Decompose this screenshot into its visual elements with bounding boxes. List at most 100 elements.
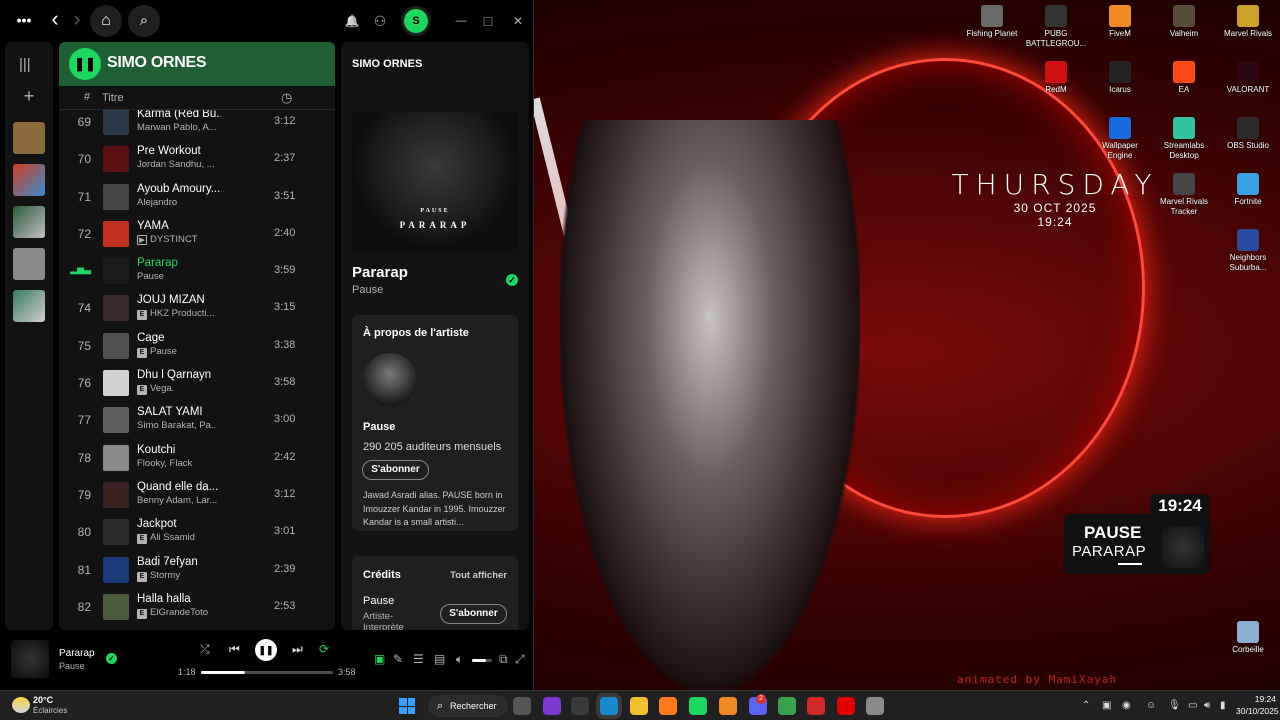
track-title[interactable]: Jackpot xyxy=(137,518,221,530)
track-title[interactable]: JOUJ MIZAN xyxy=(137,294,221,306)
taskbar-app-app-red-icon[interactable] xyxy=(807,697,825,715)
close-icon[interactable]: ✕ xyxy=(508,11,528,31)
desktop-icon[interactable]: EA xyxy=(1153,61,1215,95)
taskbar-clock[interactable]: 19:24 30/10/2025 xyxy=(1236,694,1279,716)
track-row[interactable]: 82 Halla halla E ElGrandeToto 2:53 xyxy=(59,589,335,626)
follow-credit-button[interactable]: S'abonner xyxy=(440,604,507,624)
lyrics-icon[interactable]: ✎ xyxy=(393,652,403,666)
avatar[interactable]: S xyxy=(404,9,428,33)
tray-app-icon[interactable]: ▣ xyxy=(1102,700,1111,711)
shuffle-icon[interactable]: ⤮ xyxy=(200,642,210,657)
track-title[interactable]: Dhu l Qarnayn xyxy=(137,369,221,381)
desktop-icon[interactable]: Fishing Planet xyxy=(961,5,1023,39)
volume-tray-icon[interactable]: 🔊︎ xyxy=(1204,700,1210,711)
library-item[interactable] xyxy=(13,164,45,196)
track-artist-line[interactable]: E Ali Ssamid xyxy=(137,532,217,545)
tray-discord-icon[interactable]: ☺ xyxy=(1146,700,1156,711)
desktop-icon[interactable]: OBS Studio xyxy=(1217,117,1279,151)
track-row[interactable]: 74 JOUJ MIZAN E HKZ Producti... 3:15 xyxy=(59,290,335,327)
taskbar-app-firefox-icon[interactable] xyxy=(659,697,677,715)
track-artist-line[interactable]: E Vega. xyxy=(137,383,217,396)
desktop-icon[interactable]: VALORANT xyxy=(1217,61,1279,95)
player-artist[interactable]: Pause xyxy=(59,661,85,671)
now-playing-header[interactable]: SIMO ORNES xyxy=(352,58,422,70)
desktop-icon[interactable]: Streamlabs Desktop xyxy=(1153,117,1215,161)
track-title[interactable]: SALAT YAMI xyxy=(137,406,221,418)
desktop-icon[interactable]: Marvel Rivals xyxy=(1217,5,1279,39)
now-playing-artist[interactable]: Pause xyxy=(352,284,383,296)
queue-icon[interactable]: ☰ xyxy=(413,652,424,666)
taskbar-app-netflix-icon[interactable] xyxy=(837,697,855,715)
search-icon[interactable]: ⌕ xyxy=(128,5,160,37)
tray-steam-icon[interactable]: ◉ xyxy=(1122,700,1131,711)
taskbar-app-edge-icon[interactable] xyxy=(600,697,618,715)
track-row[interactable]: 76 Dhu l Qarnayn E Vega. 3:58 xyxy=(59,365,335,402)
track-artist-line[interactable]: Jordan Sandhu, ... xyxy=(137,159,217,170)
track-artist-line[interactable]: Alejandro xyxy=(137,197,217,208)
desktop-icon[interactable]: Icarus xyxy=(1089,61,1151,95)
now-playing-view-icon[interactable]: ▣ xyxy=(374,652,385,666)
desktop-icon[interactable]: Corbeille xyxy=(1217,621,1279,655)
track-row[interactable]: 80 Jackpot E Ali Ssamid 3:01 xyxy=(59,514,335,551)
connect-device-icon[interactable]: ▤ xyxy=(434,652,445,666)
track-row[interactable]: 70 Pre Workout Jordan Sandhu, ... 2:37 xyxy=(59,141,335,178)
taskbar-app-chrome-icon[interactable] xyxy=(778,697,796,715)
track-artist-line[interactable]: E HKZ Producti... xyxy=(137,308,217,321)
next-icon[interactable]: ⏭ xyxy=(292,642,303,657)
now-playing-track[interactable]: Pararap xyxy=(352,264,408,281)
back-icon[interactable]: ‹ xyxy=(46,8,64,30)
bell-icon[interactable]: 🔔 xyxy=(342,11,362,31)
desktop-icon[interactable]: PUBG BATTLEGROU... xyxy=(1025,5,1087,49)
taskbar-app-fivem-icon[interactable] xyxy=(719,697,737,715)
repeat-icon[interactable]: ⟳ xyxy=(319,642,329,656)
fullscreen-icon[interactable]: ⤢ xyxy=(515,652,525,667)
desktop-icon[interactable]: Wallpaper Engine xyxy=(1089,117,1151,161)
volume-slider[interactable] xyxy=(472,659,492,662)
desktop-icon[interactable]: Fortnite xyxy=(1217,173,1279,207)
progress-bar[interactable] xyxy=(201,671,333,674)
player-cover[interactable] xyxy=(11,640,49,678)
previous-icon[interactable]: ⏮ xyxy=(229,642,240,657)
desktop-icon[interactable]: FiveM xyxy=(1089,5,1151,39)
follow-artist-button[interactable]: S'abonner xyxy=(362,460,429,480)
track-row[interactable]: 71 Ayoub Amoury... Alejandro 3:51 xyxy=(59,179,335,216)
col-title[interactable]: Titre xyxy=(102,92,124,104)
track-artist-line[interactable]: E Stormy xyxy=(137,570,217,582)
tray-overflow-icon[interactable]: ⌃ xyxy=(1082,700,1090,711)
forward-icon[interactable]: › xyxy=(68,8,86,30)
library-item[interactable] xyxy=(13,248,45,280)
library-item[interactable] xyxy=(13,290,45,322)
music-widget[interactable]: PAUSE PARARAP xyxy=(1064,514,1210,574)
track-artist-line[interactable]: Simo Barakat, Pa... xyxy=(137,420,217,431)
track-title[interactable]: Ayoub Amoury... xyxy=(137,183,221,195)
home-icon[interactable]: ⌂ xyxy=(90,5,122,37)
track-row[interactable]: 77 SALAT YAMI Simo Barakat, Pa... 3:00 xyxy=(59,402,335,439)
taskbar-app-app-photos-icon[interactable] xyxy=(571,697,589,715)
desktop-icon[interactable]: Marvel Rivals Tracker xyxy=(1153,173,1215,217)
weather-temp[interactable]: 20°C xyxy=(33,695,53,705)
track-row[interactable]: 81 Badi 7efyan E Stormy 2:39 xyxy=(59,552,335,589)
miniplayer-icon[interactable]: ⧉ xyxy=(499,652,508,667)
friends-icon[interactable]: ⚇ xyxy=(370,11,390,31)
track-title[interactable]: Quand elle da... xyxy=(137,481,221,493)
credit-name[interactable]: Pause xyxy=(363,595,394,607)
track-artist-line[interactable]: Benny Adam, Lar... xyxy=(137,495,217,506)
add-playlist-icon[interactable]: + xyxy=(17,84,41,108)
start-button[interactable] xyxy=(399,698,415,714)
track-row[interactable]: 78 Koutchi Flooky, Flack 2:42 xyxy=(59,440,335,477)
track-row[interactable]: 72 YAMA ▶ DYSTINCT 2:40 xyxy=(59,216,335,253)
more-menu-icon[interactable]: ••• xyxy=(12,10,36,30)
weather-desc[interactable]: Éclaircies xyxy=(33,706,67,715)
track-title[interactable]: Cage xyxy=(137,332,221,344)
track-title[interactable]: Pre Workout xyxy=(137,145,221,157)
microphone-icon[interactable]: 🎙︎ xyxy=(1168,700,1181,711)
taskbar-app-file-explorer-icon[interactable] xyxy=(630,697,648,715)
track-row[interactable]: ▂▅▃ Pararap Pause 3:59 xyxy=(59,253,335,290)
taskbar-app-task-view-icon[interactable] xyxy=(513,697,531,715)
show-all-credits-link[interactable]: Tout afficher xyxy=(450,570,507,581)
track-title[interactable]: YAMA xyxy=(137,220,221,232)
minimize-icon[interactable]: — xyxy=(451,11,471,31)
track-artist-line[interactable]: E ElGrandeToto xyxy=(137,607,217,619)
player-saved-icon[interactable]: ✓ xyxy=(106,653,117,664)
track-row[interactable]: 75 Cage E Pause 3:38 xyxy=(59,328,335,365)
